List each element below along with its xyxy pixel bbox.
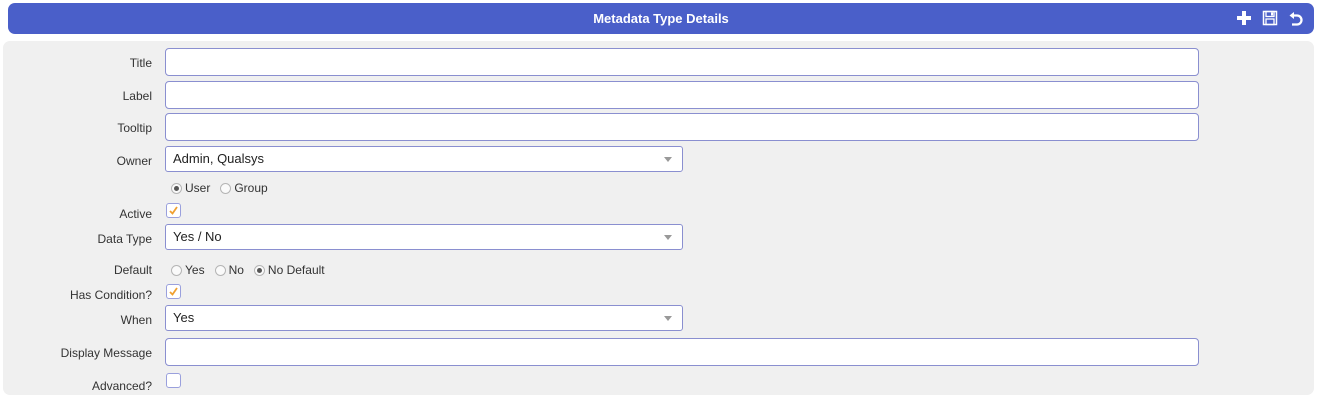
owner-label: Owner: [116, 154, 152, 168]
default-none-label: No Default: [267, 263, 325, 277]
active-checkbox[interactable]: [166, 203, 181, 218]
has-condition-checkbox[interactable]: [166, 284, 181, 299]
data-type-select[interactable]: Yes / No: [165, 224, 683, 250]
owner-type-group-option[interactable]: Group: [220, 181, 268, 195]
default-radio-group: Yes No No Default: [171, 263, 335, 277]
advanced-checkbox[interactable]: [166, 373, 181, 388]
display-message-input[interactable]: [166, 339, 1198, 365]
chevron-down-icon: [664, 235, 672, 240]
owner-select[interactable]: Admin, Qualsys: [165, 146, 683, 172]
label-label: Label: [122, 89, 152, 103]
data-type-value: Yes / No: [173, 229, 222, 244]
title-label: Title: [129, 56, 152, 70]
title-input[interactable]: [166, 49, 1198, 75]
tooltip-input[interactable]: [166, 114, 1198, 140]
default-yes-radio[interactable]: [171, 264, 182, 276]
header-actions: [1234, 8, 1306, 28]
active-label: Active: [119, 207, 152, 221]
display-message-label: Display Message: [60, 346, 152, 360]
default-none-option[interactable]: No Default: [253, 263, 325, 277]
label-field[interactable]: [165, 81, 1199, 109]
details-form: Title Label Tooltip Owner Admin, Qualsys…: [3, 41, 1314, 395]
group-radio-label: Group: [234, 181, 268, 195]
display-message-field[interactable]: [165, 338, 1199, 366]
user-radio-label: User: [185, 181, 211, 195]
default-none-radio[interactable]: [253, 264, 265, 276]
save-icon: [1262, 10, 1278, 26]
save-button[interactable]: [1260, 8, 1280, 28]
chevron-down-icon: [664, 316, 672, 321]
owner-type-user-option[interactable]: User: [171, 181, 210, 195]
default-yes-label: Yes: [185, 263, 205, 277]
group-radio[interactable]: [220, 182, 232, 194]
owner-value: Admin, Qualsys: [173, 151, 265, 166]
undo-button[interactable]: [1286, 8, 1306, 28]
tooltip-label: Tooltip: [117, 121, 152, 135]
when-value: Yes: [173, 310, 195, 325]
undo-icon: [1289, 12, 1303, 26]
checkmark-icon: [169, 287, 178, 296]
default-yes-option[interactable]: Yes: [171, 263, 205, 277]
when-select[interactable]: Yes: [165, 305, 683, 331]
when-label: When: [120, 313, 152, 327]
owner-type-radio-group: User Group: [171, 181, 278, 195]
default-no-radio[interactable]: [214, 264, 226, 276]
tooltip-field[interactable]: [165, 113, 1199, 141]
advanced-label: Advanced?: [91, 379, 152, 393]
details-header: Metadata Type Details: [8, 3, 1314, 34]
page-title: Metadata Type Details: [593, 11, 729, 26]
default-label: Default: [113, 263, 152, 277]
checkmark-icon: [169, 206, 178, 215]
add-button[interactable]: [1234, 8, 1254, 28]
has-condition-label: Has Condition?: [69, 288, 152, 302]
add-icon: [1237, 11, 1251, 25]
user-radio[interactable]: [171, 182, 182, 194]
data-type-label: Data Type: [97, 232, 152, 246]
title-field[interactable]: [165, 48, 1199, 76]
default-no-option[interactable]: No: [214, 263, 244, 277]
label-input[interactable]: [166, 82, 1198, 108]
chevron-down-icon: [664, 157, 672, 162]
default-no-label: No: [228, 263, 244, 277]
